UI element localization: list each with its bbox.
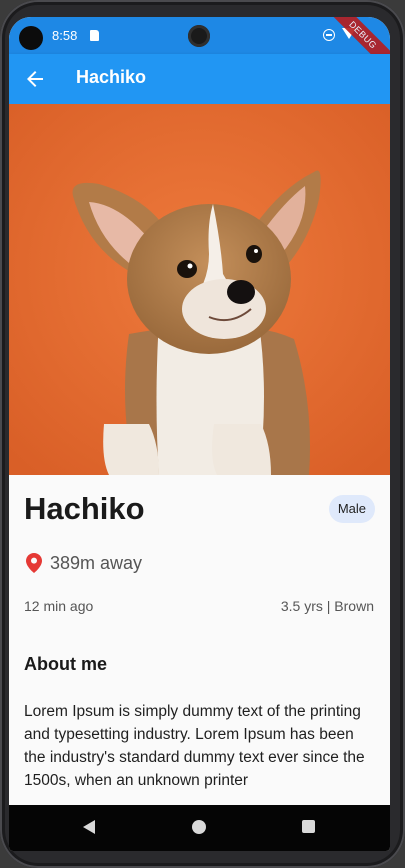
front-camera — [19, 26, 43, 50]
pet-name: Hachiko — [24, 491, 145, 526]
sim-card-icon — [90, 30, 99, 41]
phone-frame: 8:58 DEBUG Hachiko Hachiko Male 389m awa… — [0, 0, 405, 868]
gender-badge: Male — [328, 495, 375, 523]
status-time: 8:58 — [52, 28, 78, 43]
nav-home-icon[interactable] — [192, 820, 206, 834]
screen: 8:58 DEBUG Hachiko Hachiko Male 389m awa… — [9, 17, 390, 851]
pet-details: Hachiko Male 389m away 12 min ago 3.5 yr… — [9, 475, 390, 805]
arrow-back-icon[interactable] — [23, 67, 47, 91]
posted-time: 12 min ago — [24, 598, 94, 614]
pet-photo — [9, 104, 390, 475]
about-text: Lorem Ipsum is simply dummy text of the … — [24, 703, 365, 789]
age-color: 3.5 yrs | Brown — [280, 598, 374, 614]
corgi-illustration — [9, 104, 390, 475]
nav-back-icon[interactable] — [83, 820, 95, 834]
nav-recents-icon[interactable] — [302, 820, 315, 833]
distance-text: 389m away — [50, 553, 143, 573]
do-not-disturb-icon — [323, 29, 335, 41]
about-heading: About me — [24, 654, 107, 674]
app-bar-title: Hachiko — [76, 67, 147, 87]
navigation-bar — [9, 805, 390, 851]
status-bar: 8:58 DEBUG — [9, 17, 390, 80]
camera-notch — [188, 25, 210, 47]
location-pin-icon — [26, 553, 42, 573]
app-bar: Hachiko — [9, 54, 390, 104]
